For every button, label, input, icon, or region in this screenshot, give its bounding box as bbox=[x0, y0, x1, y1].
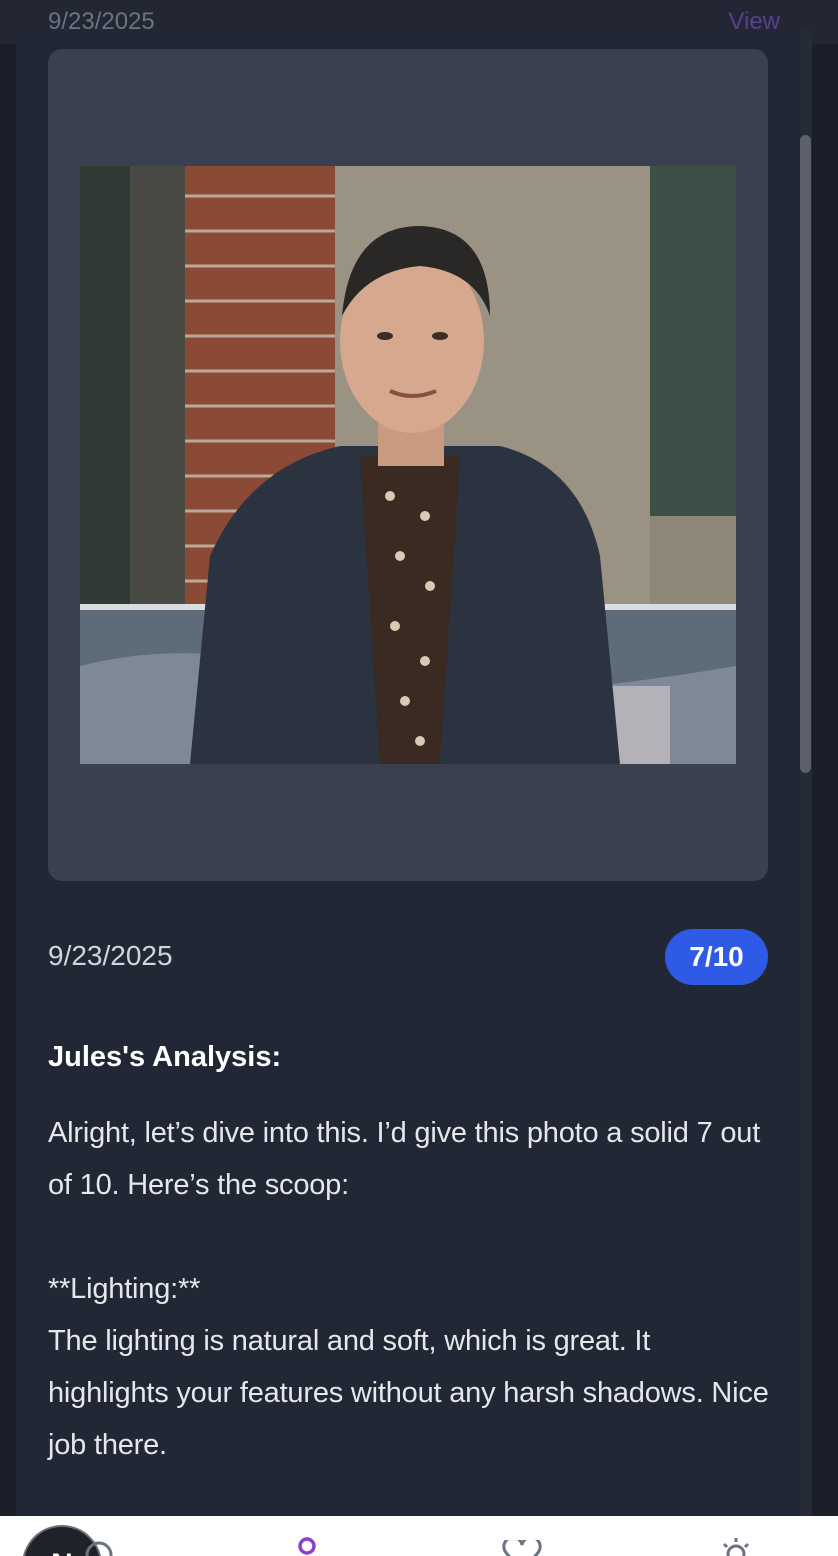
photo-panel bbox=[48, 49, 768, 881]
scrollbar-thumb[interactable] bbox=[800, 135, 811, 773]
analysis-text: Alright, let’s dive into this. I’d give … bbox=[48, 1117, 769, 1461]
clock-icon[interactable] bbox=[84, 1540, 114, 1556]
analysis-title: Jules's Analysis: bbox=[48, 1041, 282, 1073]
heart-icon[interactable] bbox=[500, 1540, 544, 1556]
photo-detail-modal: 9/23/2025 7/10 Jules's Analysis: Alright… bbox=[16, 31, 812, 1556]
photo-date: 9/23/2025 bbox=[48, 940, 173, 971]
bottom-nav: N bbox=[0, 1516, 838, 1556]
profile-photo bbox=[80, 166, 736, 764]
person-icon[interactable] bbox=[294, 1536, 320, 1556]
sun-icon[interactable] bbox=[718, 1536, 754, 1556]
score-badge: 7/10 bbox=[665, 929, 768, 985]
